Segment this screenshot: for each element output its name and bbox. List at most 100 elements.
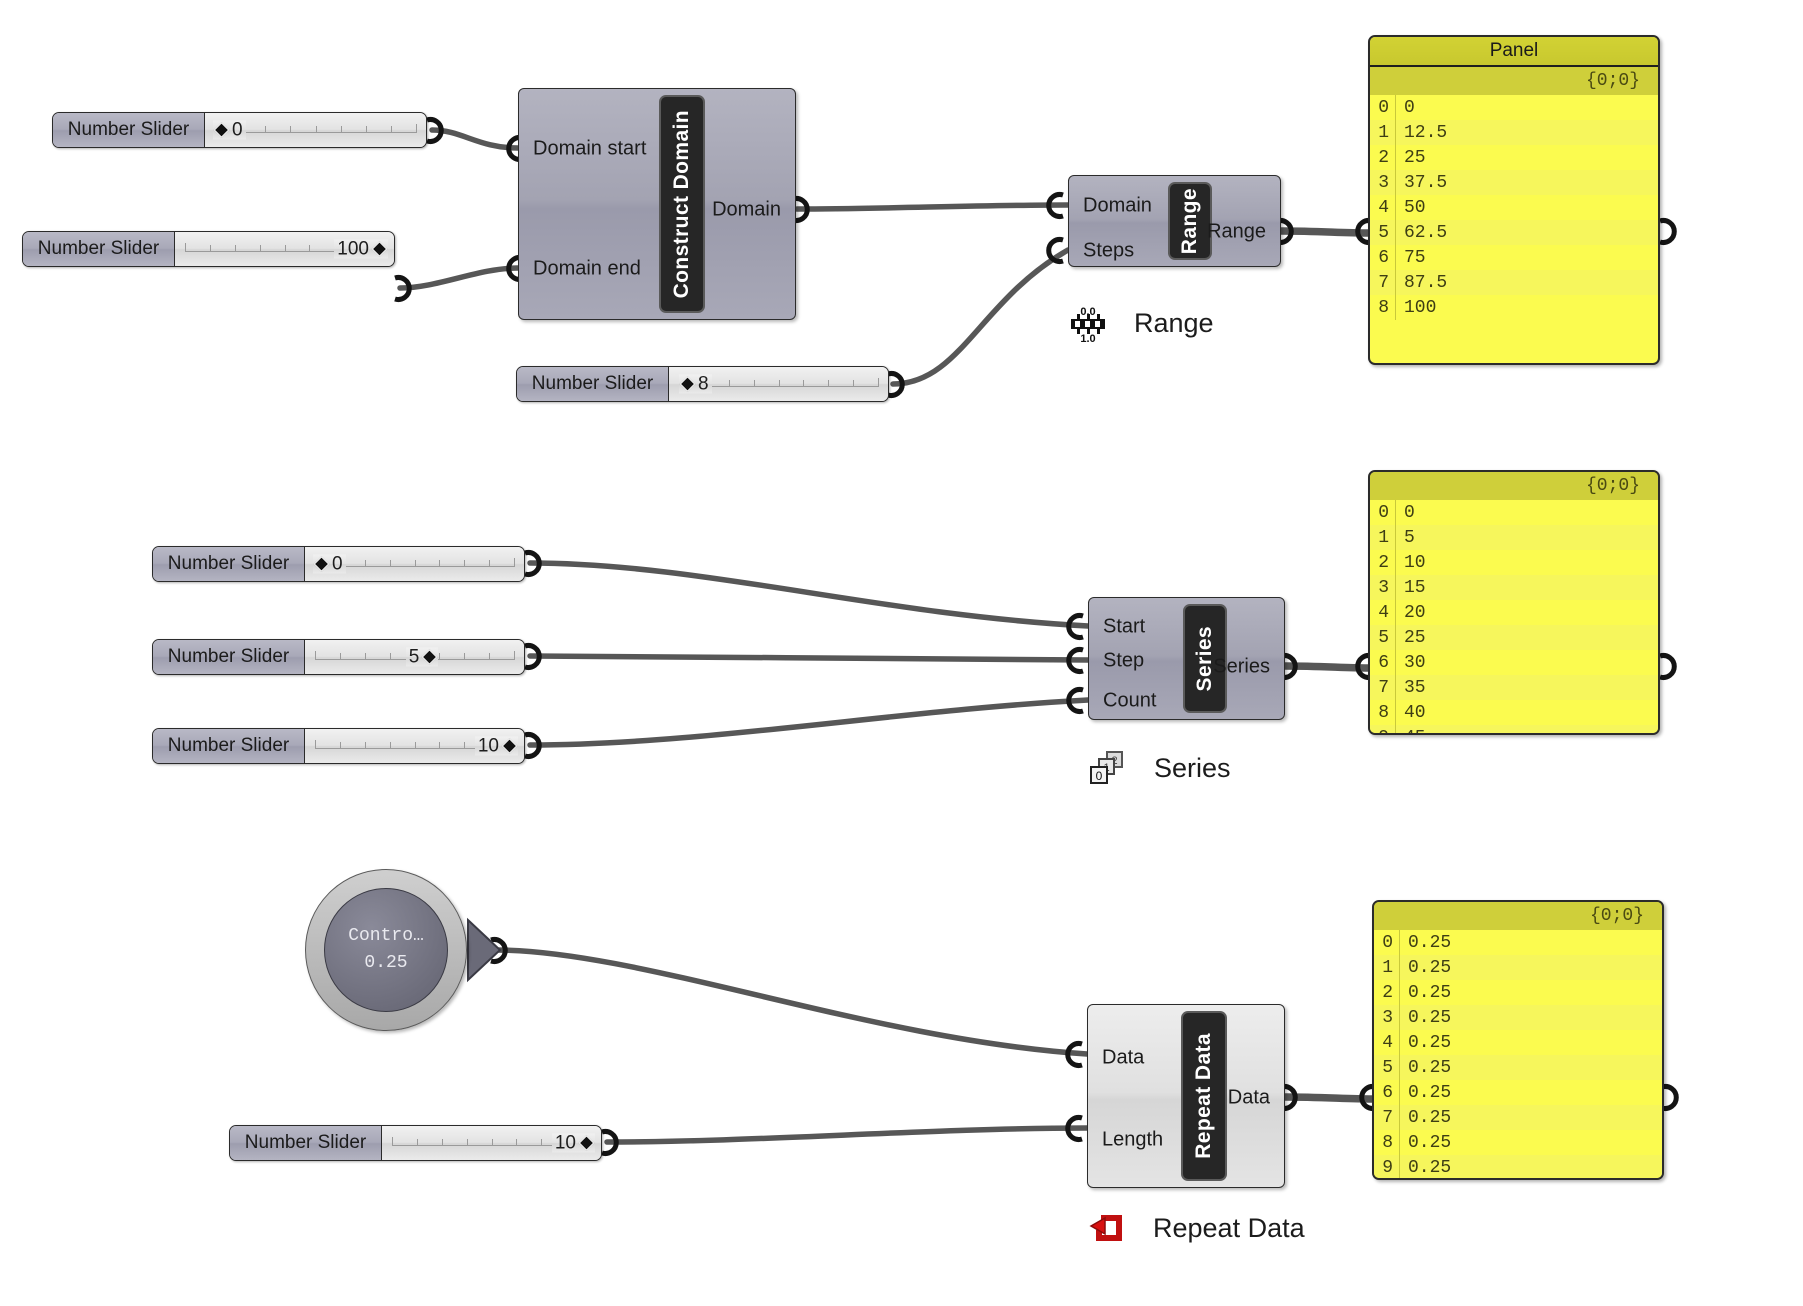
number-slider-steps[interactable]: Number Slider 8 (516, 366, 889, 402)
series-blocks-icon: 2 1 0 (1090, 751, 1123, 784)
panel-path-label: {0;0} (1370, 472, 1658, 500)
number-slider-series-count[interactable]: Number Slider 10 (152, 728, 525, 764)
slider-track[interactable]: 10 (382, 1126, 601, 1160)
row-index: 7 (1382, 1107, 1393, 1128)
panel-row: 6 75 (1370, 245, 1658, 270)
input-port-domain[interactable]: Domain (1083, 195, 1152, 218)
panel-row: 00 (1370, 95, 1658, 120)
number-slider-repeat-length[interactable]: Number Slider 10 (229, 1125, 602, 1161)
row-index: 6 (1378, 652, 1389, 673)
slider-track[interactable]: 10 (305, 729, 524, 763)
row-value: 0 (1404, 97, 1415, 118)
slider-label: Number Slider (153, 547, 305, 581)
panel-row: 2 10 (1370, 550, 1658, 575)
svg-text:0: 0 (1096, 769, 1103, 783)
row-index: 3 (1382, 1007, 1393, 1028)
row-value: 0 (1404, 502, 1415, 523)
row-value: 45 (1395, 728, 1426, 734)
repeat-loop-arrow-icon (1089, 1215, 1122, 1241)
component-repeat-data[interactable]: Repeat Data Data Length Data (1087, 1004, 1285, 1188)
row-index: 1 (1382, 957, 1393, 978)
row-index: 1 (1378, 527, 1389, 548)
panel-row: 8 100 (1370, 295, 1658, 320)
input-port-steps[interactable]: Steps (1083, 240, 1134, 263)
row-index: 6 (1382, 1082, 1393, 1103)
component-series[interactable]: Series Start Step Count Series (1088, 597, 1285, 720)
row-value: 30 (1404, 652, 1426, 673)
slider-handle-icon[interactable] (501, 738, 518, 754)
slider-handle-icon[interactable] (213, 122, 230, 138)
wire-series-to-panel (1282, 662, 1371, 670)
panel-row: 7 0.25 (1374, 1105, 1662, 1130)
slider-handle-icon[interactable] (313, 556, 330, 572)
panel-row: 3 37.5 (1370, 170, 1658, 195)
row-index: 5 (1378, 222, 1389, 243)
output-port-series[interactable]: Series (1213, 656, 1270, 679)
slider-handle-icon[interactable] (679, 376, 696, 392)
input-port-domain-start[interactable]: Domain start (533, 138, 646, 161)
slider-handle-icon[interactable] (422, 649, 438, 665)
row-index: 4 (1378, 602, 1389, 623)
row-value: 20 (1404, 602, 1426, 623)
output-port-domain[interactable]: Domain (712, 199, 781, 222)
slider-value: 8 (698, 373, 709, 395)
input-port-domain-end[interactable]: Domain end (533, 258, 641, 281)
panel-gutter (1395, 500, 1396, 733)
row-index: 2 (1378, 147, 1389, 168)
row-value: 0.25 (1408, 1007, 1452, 1028)
row-value: 0.25 (1408, 1157, 1452, 1178)
caption-repeat-data: Repeat Data (1087, 1208, 1305, 1248)
component-nameplate: Range (1168, 182, 1212, 260)
slider-track[interactable]: 0 (205, 113, 426, 147)
panel-series-output[interactable]: {0;0} 00 15 2 10 3 15 4 20 5 25 6 30 7 35 8 40 … (1368, 470, 1660, 735)
knob-value: 0.25 (364, 953, 408, 973)
row-index: 4 (1382, 1032, 1393, 1053)
nub-slider-steps-out (887, 371, 905, 398)
number-slider-domain-end[interactable]: Number Slider 100 (22, 231, 395, 267)
slider-value: 100 (337, 238, 369, 260)
number-slider-domain-start[interactable]: Number Slider 0 (52, 112, 427, 148)
component-range[interactable]: Range Domain Steps Range (1068, 175, 1281, 267)
number-slider-series-start[interactable]: Number Slider 0 (152, 546, 525, 582)
panel-row: 9 0.25 (1374, 1155, 1662, 1178)
input-port-start[interactable]: Start (1103, 616, 1145, 639)
nub-repeat-in-length (1065, 1115, 1083, 1142)
input-port-count[interactable]: Count (1103, 690, 1156, 713)
output-port-range[interactable]: Range (1207, 221, 1266, 244)
slider-value: 5 (408, 646, 420, 668)
slider-track[interactable]: 100 (175, 232, 394, 266)
panel-range-output[interactable]: Panel {0;0} 00 1 12.5 2 25 3 37.5 4 50 5 62.5… (1368, 35, 1660, 365)
panel-row: 4 0.25 (1374, 1030, 1662, 1055)
slider-track[interactable]: 5 (305, 640, 524, 674)
row-value: 37.5 (1404, 172, 1448, 193)
control-knob-dial[interactable]: Contro… 0.25 (305, 869, 467, 1031)
slider-value-group: 10 (551, 1133, 595, 1153)
panel-row: 1 12.5 (1370, 120, 1658, 145)
wire-domain-to-range (794, 202, 1071, 212)
slider-handle-icon[interactable] (371, 241, 388, 257)
input-port-data[interactable]: Data (1102, 1047, 1144, 1070)
slider-handle-icon[interactable] (578, 1135, 595, 1151)
output-port-data[interactable]: Data (1228, 1087, 1270, 1110)
wire-count-to-series (527, 697, 1091, 748)
slider-value: 0 (232, 119, 243, 141)
panel-gutter (1399, 930, 1400, 1178)
row-index: 5 (1382, 1057, 1393, 1078)
component-construct-domain[interactable]: Construct Domain Domain start Domain end… (518, 88, 796, 320)
knob-face[interactable]: Contro… 0.25 (324, 888, 448, 1012)
row-index: 9 (1370, 728, 1395, 734)
row-index: 4 (1378, 197, 1389, 218)
nub-knob-out (490, 937, 508, 964)
slider-label: Number Slider (23, 232, 175, 266)
panel-row: 15 (1370, 525, 1658, 550)
number-slider-series-step[interactable]: Number Slider 5 (152, 639, 525, 675)
panel-repeat-output[interactable]: {0;0} 0 0.25 1 0.25 2 0.25 3 0.25 4 0.25 5 0.2… (1372, 900, 1664, 1180)
input-port-length[interactable]: Length (1102, 1129, 1163, 1152)
nub-panel-series-out (1659, 653, 1677, 680)
slider-track[interactable]: 8 (669, 367, 888, 401)
panel-row: 6 30 (1370, 650, 1658, 675)
panel-path-label: {0;0} (1374, 902, 1662, 930)
panel-row: 7 35 (1370, 675, 1658, 700)
input-port-step[interactable]: Step (1103, 650, 1144, 673)
slider-track[interactable]: 0 (305, 547, 524, 581)
